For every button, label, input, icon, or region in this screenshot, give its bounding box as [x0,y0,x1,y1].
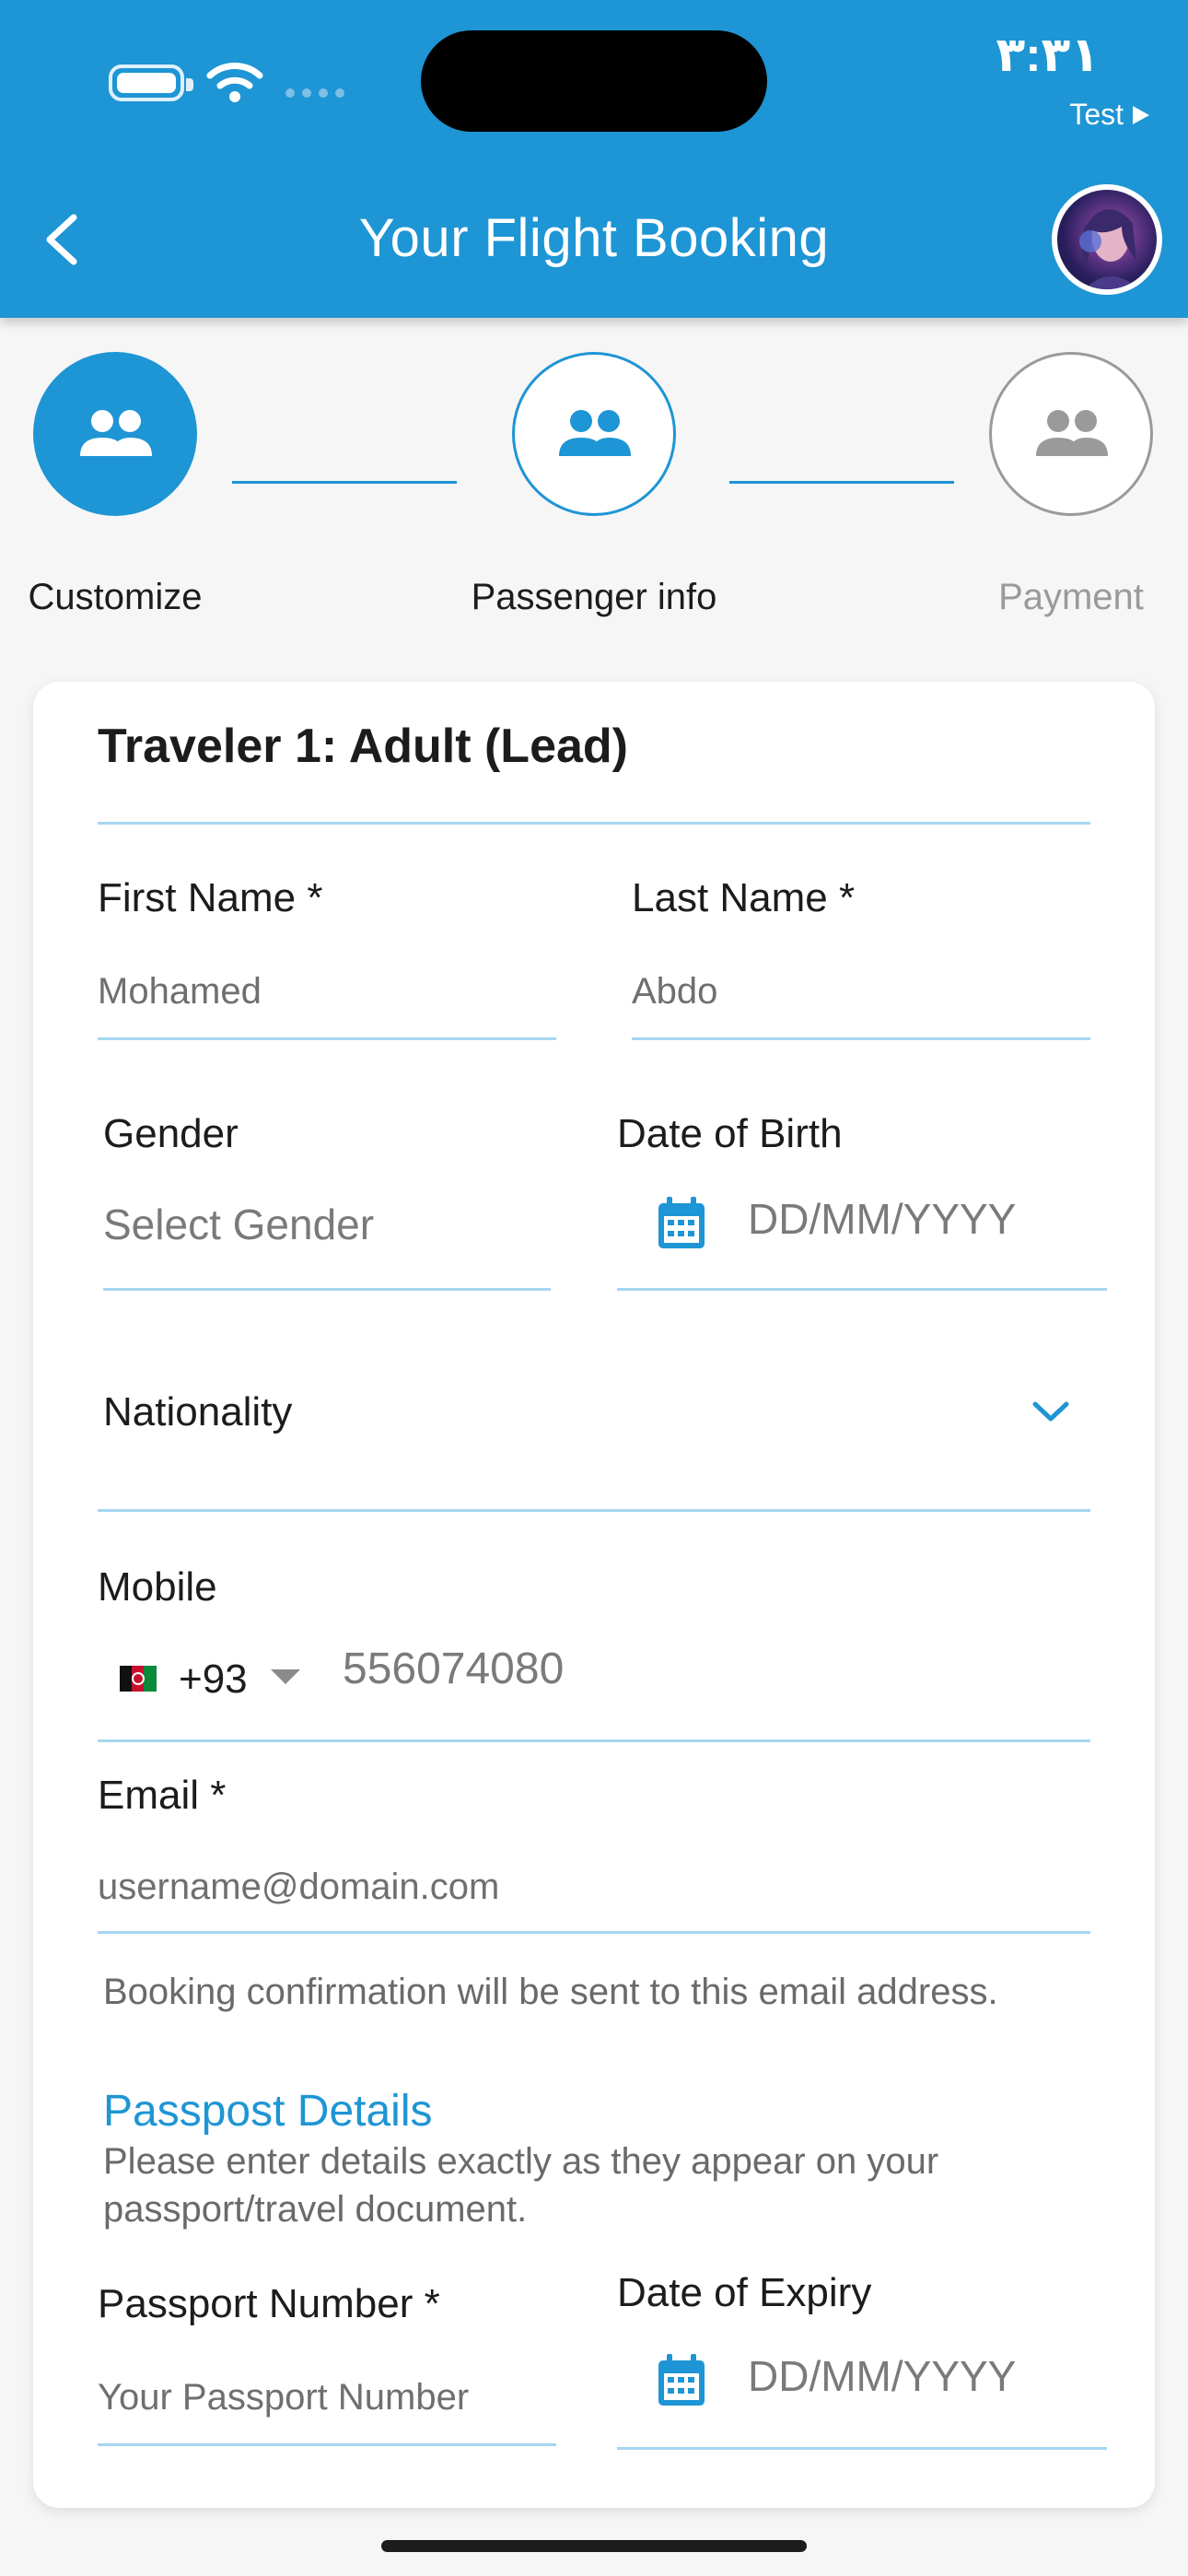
dob-label: Date of Birth [617,1111,843,1156]
email-input[interactable]: username@domain.com [98,1867,499,1908]
play-icon [1133,105,1149,124]
gender-label: Gender [103,1111,239,1156]
email-helper-text: Booking confirmation will be sent to thi… [103,1972,998,2012]
calendar-icon[interactable] [656,2353,707,2408]
email-label: Email * [98,1773,227,1818]
mobile-input[interactable]: 556074080 [343,1644,564,1694]
email-underline [98,1931,1090,1934]
signal-icon [285,88,344,98]
passport-section-title: Passpost Details [103,2087,433,2136]
battery-icon [109,64,193,101]
passport-number-input[interactable]: Your Passport Number [98,2377,469,2418]
dob-underline [617,1288,1107,1291]
status-time: ٣:٣١ [996,29,1100,82]
calendar-icon[interactable] [656,1196,707,1251]
first-name-label: First Name * [98,875,323,920]
afghanistan-flag-icon [120,1666,157,1692]
profile-picture [1079,208,1140,289]
passport-section-desc: Please enter details exactly as they app… [103,2141,939,2230]
last-name-input[interactable]: Abdo [632,971,717,1013]
avatar[interactable] [1052,184,1162,295]
gender-select[interactable]: Select Gender [103,1200,374,1249]
step-connector [232,481,457,484]
last-name-underline [632,1037,1090,1040]
chevron-down-icon[interactable] [1030,1399,1072,1426]
step-passenger-label: Passenger info [471,577,717,617]
wifi-icon [206,63,263,102]
step-passenger-circle[interactable] [512,352,676,516]
step-connector [729,481,954,484]
title-divider [98,822,1090,825]
caret-down-icon[interactable] [269,1668,302,1686]
step-customize-circle[interactable] [33,352,197,516]
expiry-input[interactable]: DD/MM/YYYY [748,2351,1016,2401]
people-icon [1036,410,1108,456]
country-code[interactable]: +93 [179,1657,248,1703]
dynamic-island [421,30,767,132]
carrier-text: Test [1069,98,1124,131]
expiry-underline [617,2447,1107,2450]
carrier-label: Test [1069,98,1151,132]
home-indicator [381,2540,807,2552]
nationality-underline [98,1509,1090,1512]
gender-underline [103,1288,551,1291]
last-name-label: Last Name * [632,875,856,920]
step-payment-circle[interactable] [989,352,1153,516]
mobile-underline [98,1739,1090,1742]
passport-number-label: Passport Number * [98,2281,440,2326]
first-name-underline [98,1037,556,1040]
step-customize-label: Customize [28,577,203,617]
expiry-label: Date of Expiry [617,2270,872,2315]
step-payment-label: Payment [998,577,1144,617]
people-icon [80,410,152,456]
dob-input[interactable]: DD/MM/YYYY [748,1194,1016,1244]
first-name-input[interactable]: Mohamed [98,971,262,1013]
mobile-label: Mobile [98,1564,217,1610]
passport-number-underline [98,2443,556,2446]
page-title: Your Flight Booking [358,208,830,268]
nationality-select[interactable]: Nationality [103,1389,292,1435]
traveler-title: Traveler 1: Adult (Lead) [98,720,628,773]
people-icon [559,410,631,456]
